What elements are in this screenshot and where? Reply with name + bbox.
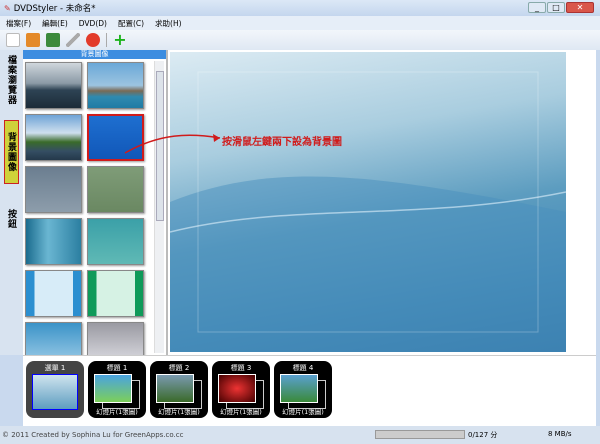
title-item[interactable]: 標題 1 幻燈片(1張圖): [88, 361, 146, 418]
background-thumbnail[interactable]: [25, 114, 82, 161]
open-icon[interactable]: [26, 33, 40, 47]
add-icon[interactable]: +: [113, 32, 127, 48]
toolbar: +: [0, 30, 600, 50]
title-item[interactable]: 標題 3 幻燈片(1張圖): [212, 361, 270, 418]
title-thumbnail: [32, 374, 78, 410]
annotation-arrow: [124, 134, 221, 154]
app-icon: ✎: [4, 3, 11, 13]
title-label: 標題 1: [106, 364, 128, 372]
background-thumbnail[interactable]: [87, 166, 144, 213]
disc-usage-bar: [375, 430, 465, 439]
side-tabs: 檔案瀏覽器 背景圖像 按鈕: [0, 50, 23, 355]
tab-buttons[interactable]: 按鈕: [4, 205, 19, 233]
menu-bar: 檔案(F) 編輯(E) DVD(D) 配置(C) 求助(H): [0, 16, 600, 30]
title-item[interactable]: 標題 4 幻燈片(1張圖): [274, 361, 332, 418]
backgrounds-panel: 背景圖像: [23, 50, 166, 369]
minimize-button[interactable]: _: [528, 2, 546, 13]
title-label: 選單 1: [44, 364, 66, 372]
status-bar: © 2011 Created by Sophina Lu for GreenAp…: [0, 426, 600, 444]
window-title: DVDStyler - 未命名*: [13, 4, 96, 14]
title-footer: 幻燈片(1張圖): [96, 408, 138, 416]
menu-edit[interactable]: 編輯(E): [42, 18, 68, 29]
disc-usage-text: 0/127 分: [468, 431, 498, 439]
titleset-bar: 選單 1 標題 1 幻燈片(1張圖) 標題 2 幻燈片(1張圖) 標題 3 幻燈片(1張圖)…: [23, 355, 596, 426]
title-thumbnail: [94, 374, 132, 403]
background-thumbnail[interactable]: [87, 218, 144, 265]
title-label: 標題 4: [292, 364, 314, 372]
title-thumbnail: [280, 374, 318, 403]
title-thumbnail: [156, 374, 194, 403]
annotation-text: 按滑鼠左鍵兩下設為背景圖: [222, 137, 342, 148]
new-icon[interactable]: [6, 33, 20, 47]
maximize-button[interactable]: □: [547, 2, 565, 13]
menu-canvas: [166, 50, 596, 355]
menu-dvd[interactable]: DVD(D): [79, 19, 107, 28]
menu-config[interactable]: 配置(C): [118, 18, 144, 29]
status-credit: © 2011 Created by Sophina Lu for GreenAp…: [2, 431, 184, 439]
panel-title: 背景圖像: [23, 50, 166, 59]
title-item[interactable]: 標題 2 幻燈片(1張圖): [150, 361, 208, 418]
menu-help[interactable]: 求助(H): [155, 18, 182, 29]
tab-backgrounds[interactable]: 背景圖像: [4, 120, 19, 184]
background-thumbnail[interactable]: [25, 166, 82, 213]
background-thumbnail[interactable]: [25, 270, 82, 317]
speed-text: 8 MB/s: [548, 430, 572, 438]
save-icon[interactable]: [46, 33, 60, 47]
burn-icon[interactable]: [86, 33, 100, 47]
close-button[interactable]: ✕: [566, 2, 594, 13]
title-label: 標題 3: [230, 364, 252, 372]
settings-icon[interactable]: [66, 33, 80, 47]
background-thumbnail[interactable]: [25, 218, 82, 265]
title-footer: 幻燈片(1張圖): [220, 408, 262, 416]
tab-file-browser[interactable]: 檔案瀏覽器: [4, 54, 19, 106]
menu-background[interactable]: [170, 52, 566, 352]
menu-item[interactable]: 選單 1: [26, 361, 84, 418]
title-thumbnail: [218, 374, 256, 403]
menu-file[interactable]: 檔案(F): [6, 18, 31, 29]
title-label: 標題 2: [168, 364, 190, 372]
background-thumbnail[interactable]: [25, 62, 82, 109]
title-footer: 幻燈片(1張圖): [158, 408, 200, 416]
scrollbar[interactable]: [154, 61, 164, 353]
background-thumbnail[interactable]: [87, 270, 144, 317]
background-thumbnail[interactable]: [87, 62, 144, 109]
title-bar: ✎ DVDStyler - 未命名* _ □ ✕: [0, 0, 600, 16]
title-footer: 幻燈片(1張圖): [282, 408, 324, 416]
